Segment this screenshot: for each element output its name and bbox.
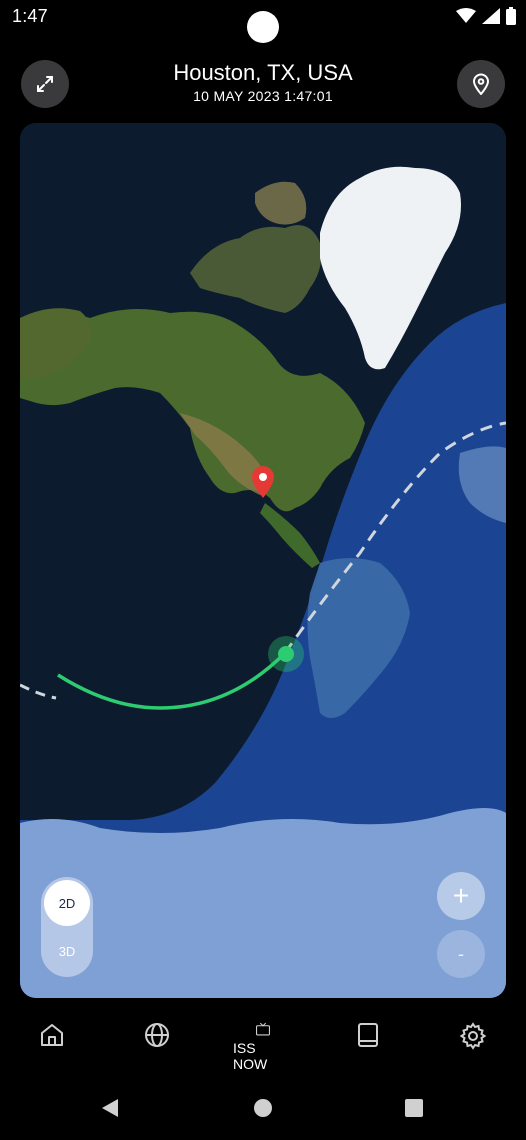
location-button[interactable] xyxy=(457,60,505,108)
recents-icon[interactable] xyxy=(405,1099,423,1117)
system-navigation-bar xyxy=(0,1088,526,1132)
nav-item-home[interactable] xyxy=(22,1022,82,1072)
nav-item-settings[interactable] xyxy=(443,1022,503,1072)
gear-icon xyxy=(459,1022,487,1050)
nav-item-book[interactable] xyxy=(338,1022,398,1072)
status-icons xyxy=(456,7,516,25)
book-icon xyxy=(358,1023,378,1047)
status-bar: 1:47 xyxy=(0,0,526,43)
back-icon[interactable] xyxy=(100,1098,120,1118)
tv-icon xyxy=(256,1022,270,1036)
bottom-navigation: ISS NOW xyxy=(0,1010,526,1080)
camera-cutout xyxy=(247,11,279,43)
iss-position-marker xyxy=(278,646,294,662)
header: Houston, TX, USA 10 MAY 2023 1:47:01 xyxy=(0,56,526,112)
location-title: Houston, TX, USA xyxy=(173,60,353,85)
map-canvas xyxy=(20,123,506,998)
home-icon xyxy=(41,1024,63,1046)
wifi-icon xyxy=(456,8,476,23)
status-time: 1:47 xyxy=(12,6,48,26)
map-pin-icon xyxy=(472,73,490,95)
world-map[interactable] xyxy=(20,123,506,998)
zoom-in-button[interactable]: + xyxy=(437,872,485,920)
signal-icon xyxy=(482,8,500,24)
globe-icon xyxy=(145,1023,169,1047)
home-button-icon[interactable] xyxy=(253,1098,273,1118)
zoom-out-button[interactable]: - xyxy=(437,930,485,978)
nav-item-globe[interactable] xyxy=(127,1022,187,1072)
datetime-label: 10 MAY 2023 1:47:01 xyxy=(193,88,333,104)
nav-label-iss-now: ISS NOW xyxy=(233,1040,268,1072)
view-mode-toggle: 2D 3D xyxy=(41,877,93,977)
mode-2d-button[interactable]: 2D xyxy=(44,880,90,926)
mode-3d-button[interactable]: 3D xyxy=(44,928,90,974)
nav-item-iss-now[interactable]: ISS NOW xyxy=(233,1022,293,1072)
battery-icon xyxy=(506,7,516,25)
